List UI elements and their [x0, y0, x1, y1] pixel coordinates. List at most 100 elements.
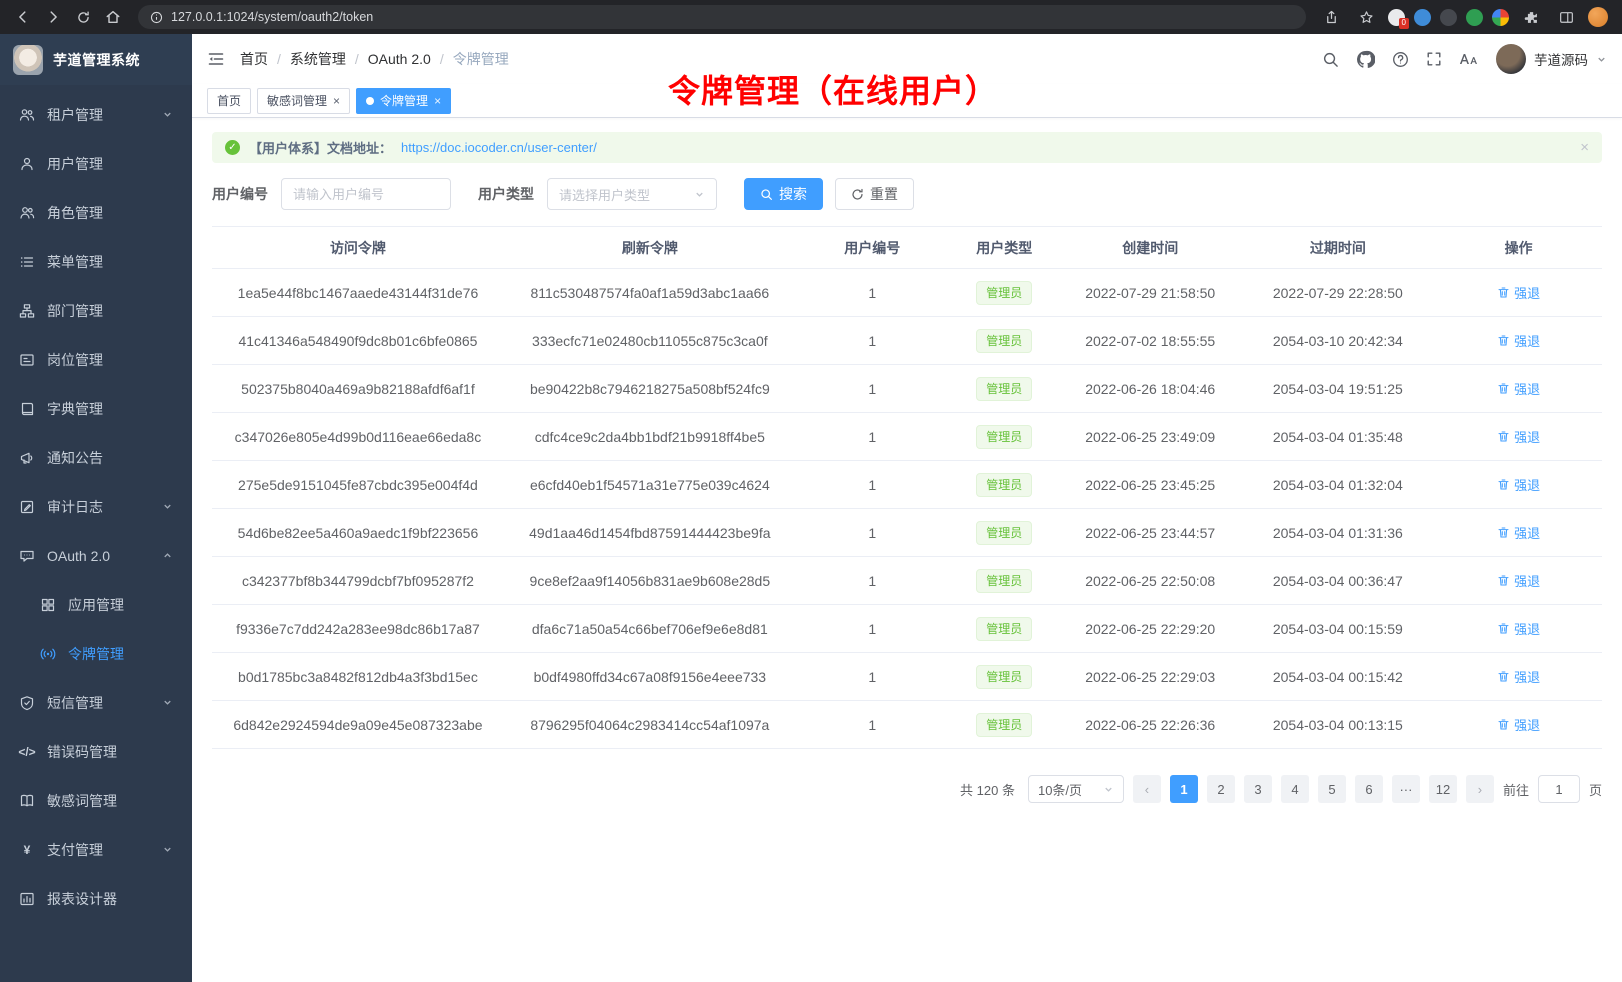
extension-icon[interactable]: [1440, 9, 1457, 26]
created-time-cell: 2022-06-25 22:26:36: [1060, 701, 1241, 749]
font-size-icon[interactable]: [1459, 52, 1479, 67]
force-logout-button[interactable]: 强退: [1497, 715, 1540, 734]
address-bar[interactable]: 127.0.0.1:1024/system/oauth2/token: [138, 5, 1306, 29]
force-logout-button[interactable]: 强退: [1497, 523, 1540, 542]
force-logout-button[interactable]: 强退: [1497, 475, 1540, 494]
pagination-prev-button[interactable]: ‹: [1133, 775, 1161, 803]
pagination-page-5-button[interactable]: 5: [1318, 775, 1346, 803]
pagination-next-button[interactable]: ›: [1466, 775, 1494, 803]
sidebar-item-label: 用户管理: [47, 154, 103, 174]
share-icon[interactable]: [1318, 4, 1344, 30]
split-view-icon[interactable]: [1553, 4, 1579, 30]
user-type-select[interactable]: 请选择用户类型: [547, 178, 717, 210]
doc-link[interactable]: https://doc.iocoder.cn/user-center/: [401, 140, 597, 155]
forward-icon[interactable]: [40, 4, 66, 30]
sidebar-item-oauth2-token[interactable]: 令牌管理: [0, 629, 192, 678]
force-logout-button[interactable]: 强退: [1497, 331, 1540, 350]
pagination-page-2-button[interactable]: 2: [1207, 775, 1235, 803]
force-logout-button[interactable]: 强退: [1497, 283, 1540, 302]
sidebar-item-sensitive[interactable]: 敏感词管理: [0, 776, 192, 825]
force-logout-button[interactable]: 强退: [1497, 619, 1540, 638]
breadcrumb-home[interactable]: 首页: [240, 49, 268, 69]
pagination-page-1-button[interactable]: 1: [1170, 775, 1198, 803]
extension-icon[interactable]: [1492, 9, 1509, 26]
tab-首页[interactable]: 首页: [207, 88, 251, 114]
access-token-cell: c342377bf8b344799dcbf7bf095287f2: [212, 557, 504, 605]
browser-profile-avatar[interactable]: [1588, 7, 1608, 27]
reset-button[interactable]: 重置: [835, 178, 914, 210]
back-icon[interactable]: [10, 4, 36, 30]
force-logout-button[interactable]: 强退: [1497, 571, 1540, 590]
force-logout-button[interactable]: 强退: [1497, 427, 1540, 446]
goto-page-input[interactable]: [1538, 775, 1580, 803]
page-size-select[interactable]: 10条/页: [1028, 775, 1124, 803]
puzzle-icon[interactable]: [1518, 4, 1544, 30]
sidebar-item-menu[interactable]: 菜单管理: [0, 237, 192, 286]
sidebar-item-report[interactable]: 报表设计器: [0, 874, 192, 923]
yen-icon: ¥: [19, 843, 35, 857]
extension-icon[interactable]: 0: [1388, 9, 1405, 26]
home-icon[interactable]: [100, 4, 126, 30]
user-type-badge: 管理员: [976, 713, 1032, 737]
sidebar-collapse-icon[interactable]: [207, 50, 225, 68]
sidebar-item-user[interactable]: 用户管理: [0, 139, 192, 188]
sidebar-item-error-code[interactable]: </>错误码管理: [0, 727, 192, 776]
pagination-more-button[interactable]: ···: [1392, 775, 1420, 803]
sidebar-item-tenant[interactable]: 租户管理: [0, 90, 192, 139]
tab-令牌管理[interactable]: 令牌管理×: [356, 88, 451, 114]
created-time-cell: 2022-07-29 21:58:50: [1060, 269, 1241, 317]
sidebar-item-notice[interactable]: 通知公告: [0, 433, 192, 482]
bookmark-star-icon[interactable]: [1353, 4, 1379, 30]
pagination-page-4-button[interactable]: 4: [1281, 775, 1309, 803]
user-dropdown[interactable]: 芋道源码: [1496, 44, 1607, 74]
refresh-token-cell: dfa6c71a50a54c66bef706ef9e6e8d81: [504, 605, 796, 653]
user-id-input[interactable]: [281, 178, 451, 210]
tab-敏感词管理[interactable]: 敏感词管理×: [257, 88, 350, 114]
sidebar-item-oauth2-app[interactable]: 应用管理: [0, 580, 192, 629]
site-info-icon[interactable]: [150, 11, 163, 24]
chevron-down-icon: [694, 189, 705, 200]
pagination-page-6-button[interactable]: 6: [1355, 775, 1383, 803]
help-icon[interactable]: [1392, 51, 1409, 68]
breadcrumb-oauth2: OAuth 2.0: [368, 51, 431, 67]
refresh-icon: [851, 188, 864, 201]
sidebar-item-dict[interactable]: 字典管理: [0, 384, 192, 433]
chevron-down-icon: [162, 501, 173, 512]
sidebar-item-dept[interactable]: 部门管理: [0, 286, 192, 335]
search-icon[interactable]: [1322, 51, 1339, 68]
pagination-page-12-button[interactable]: 12: [1429, 775, 1457, 803]
tab-close-icon[interactable]: ×: [333, 95, 340, 107]
reload-icon[interactable]: [70, 4, 96, 30]
sidebar-item-audit-log[interactable]: 审计日志: [0, 482, 192, 531]
action-cell: 强退: [1435, 653, 1602, 701]
extension-icon[interactable]: [1414, 9, 1431, 26]
app-logo[interactable]: 芋道管理系统: [0, 34, 192, 85]
user-id-cell: 1: [796, 557, 949, 605]
sidebar-item-post[interactable]: 岗位管理: [0, 335, 192, 384]
action-cell: 强退: [1435, 317, 1602, 365]
extension-icon[interactable]: [1466, 9, 1483, 26]
chevron-down-icon: [1596, 54, 1607, 65]
breadcrumb: 首页 / 系统管理 / OAuth 2.0 / 令牌管理: [240, 49, 509, 69]
user-id-cell: 1: [796, 269, 949, 317]
sidebar-item-sms[interactable]: 短信管理: [0, 678, 192, 727]
page-size-value: 10条/页: [1038, 780, 1082, 799]
total-count: 共 120 条: [960, 780, 1015, 799]
user-type-cell: 管理员: [949, 605, 1060, 653]
pagination-page-3-button[interactable]: 3: [1244, 775, 1272, 803]
browser-extensions: 0: [1318, 4, 1612, 30]
fullscreen-icon[interactable]: [1426, 51, 1442, 67]
sidebar-item-label: 审计日志: [47, 497, 103, 517]
search-button[interactable]: 搜索: [744, 178, 823, 210]
delete-icon: [1497, 334, 1510, 347]
sidebar-item-pay[interactable]: ¥支付管理: [0, 825, 192, 874]
tab-close-icon[interactable]: ×: [434, 95, 441, 107]
sidebar-item-role[interactable]: 角色管理: [0, 188, 192, 237]
github-icon[interactable]: [1356, 50, 1375, 69]
sidebar-item-oauth2[interactable]: OAuth 2.0: [0, 531, 192, 580]
force-logout-button[interactable]: 强退: [1497, 667, 1540, 686]
tab-label: 首页: [217, 92, 241, 109]
action-cell: 强退: [1435, 605, 1602, 653]
alert-close-icon[interactable]: ×: [1580, 139, 1589, 156]
force-logout-button[interactable]: 强退: [1497, 379, 1540, 398]
